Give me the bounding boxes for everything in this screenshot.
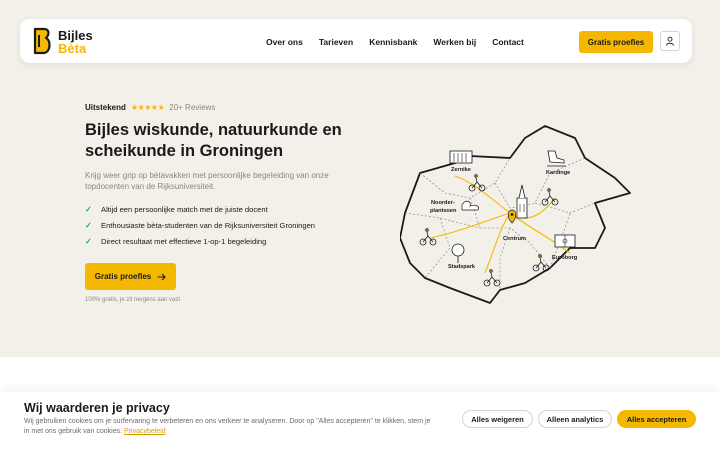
arrow-right-icon (157, 273, 167, 280)
star-rating-icon: ★★★★★ (130, 102, 165, 112)
check-icon: ✓ (85, 237, 92, 246)
cta-fineprint: 100% gratis, je zit nergens aan vast (85, 297, 181, 303)
cookie-title: Wij waarderen je privacy (24, 401, 170, 415)
user-icon (666, 36, 674, 46)
account-button[interactable] (660, 31, 680, 51)
benefit-item: ✓ Direct resultaat met effectieve 1-op-1… (85, 236, 355, 247)
accept-all-button[interactable]: Alles accepteren (617, 410, 696, 428)
nav-link-werken-bij[interactable]: Werken bij (433, 37, 476, 47)
groningen-map-illustration: Zernike Kardinge Noorder- plantsoen Cent… (400, 125, 631, 304)
logo-text-beta: Bèta (58, 41, 87, 56)
nav-links: Over ons Tarieven Kennisbank Werken bij … (266, 37, 524, 47)
page-title: Bijles wiskunde, natuurkunde en scheikun… (85, 121, 342, 160)
privacy-policy-link[interactable]: Privacybeleid (124, 428, 166, 435)
review-count[interactable]: 20+ Reviews (169, 103, 215, 112)
check-icon: ✓ (85, 205, 92, 214)
benefit-text: Enthousiaste bèta-studenten van de Rijks… (101, 221, 316, 230)
map-label-noorderplantsoen-1: Noorder- (431, 200, 455, 206)
hero-cta-button[interactable]: Gratis proefles (85, 263, 176, 290)
check-icon: ✓ (85, 221, 92, 230)
map-label-centrum: Centrum (503, 236, 526, 242)
cookie-body: Wij gebruiken cookies om je surfervaring… (24, 418, 431, 435)
zernike-building-icon (449, 150, 473, 164)
hero-cta-label: Gratis proefles (94, 272, 152, 281)
map-label-zernike: Zernike (451, 167, 471, 173)
map-label-euroborg: Euroborg (552, 255, 578, 261)
hero-subtitle: Krijg weer grip op bètavakken met persoo… (85, 171, 329, 191)
benefit-text: Altijd een persoonlijke match met de jui… (101, 205, 268, 214)
rating-bar: Uitstekend ★★★★★ 20+ Reviews (85, 100, 355, 114)
hero-section: Uitstekend ★★★★★ 20+ Reviews Bijles wisk… (85, 100, 355, 303)
cookie-banner: Wij waarderen je privacy Wij gebruiken c… (0, 392, 720, 450)
benefit-item: ✓ Altijd een persoonlijke match met de j… (85, 204, 355, 215)
nav-link-kennisbank[interactable]: Kennisbank (369, 37, 417, 47)
logo[interactable]: Bijles Bèta (32, 27, 112, 57)
benefit-text: Direct resultaat met effectieve 1-op-1 b… (101, 237, 267, 246)
top-navbar: Bijles Bèta Over ons Tarieven Kennisbank… (20, 19, 692, 63)
map-label-kardinge: Kardinge (546, 170, 570, 176)
map-label-noorderplantsoen-2: plantsoen (430, 208, 457, 214)
benefit-item: ✓ Enthousiaste bèta-studenten van de Rij… (85, 220, 355, 231)
nav-link-tarieven[interactable]: Tarieven (319, 37, 353, 47)
nav-link-contact[interactable]: Contact (492, 37, 524, 47)
map-label-stadspark: Stadspark (448, 264, 476, 270)
reject-all-button[interactable]: Alles weigeren (462, 410, 533, 428)
cookie-text: Wij gebruiken cookies om je surfervaring… (24, 417, 434, 437)
football-field-icon (554, 234, 576, 248)
nav-cta-button[interactable]: Gratis proefles (579, 31, 653, 53)
nav-link-over-ons[interactable]: Over ons (266, 37, 303, 47)
logo-mark-icon (33, 27, 51, 55)
analytics-only-button[interactable]: Alleen analytics (538, 410, 612, 428)
benefits-list: ✓ Altijd een persoonlijke match met de j… (85, 204, 355, 247)
rating-label: Uitstekend (85, 102, 126, 112)
